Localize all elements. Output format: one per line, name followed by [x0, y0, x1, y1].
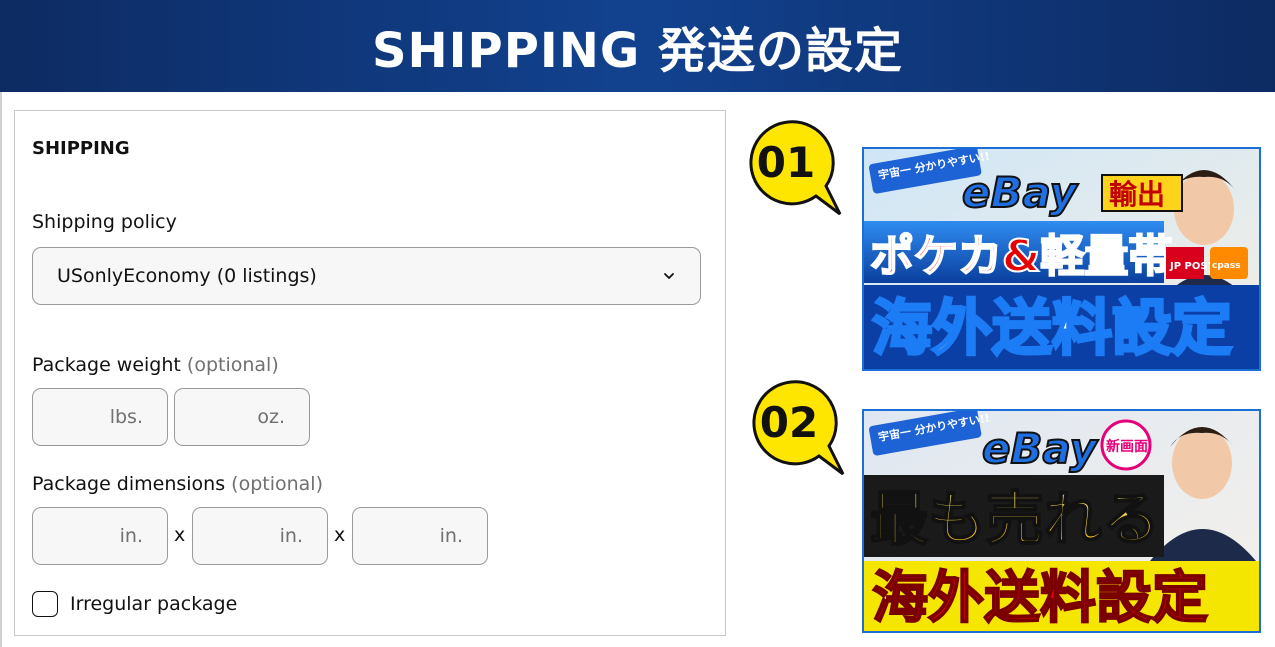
package-weight-label-text: Package weight: [32, 354, 181, 376]
optional-hint: (optional): [186, 354, 279, 376]
new-screen-badge: 新画面: [1106, 438, 1148, 455]
page-title: SHIPPING 発送の設定: [371, 23, 904, 79]
unit-lbs: lbs.: [109, 406, 143, 428]
irregular-package-label: Irregular package: [70, 593, 238, 615]
video-thumbnail-02[interactable]: 宇宙一 分かりやすい!! eBay 新画面 最も売れる 海外送料設定: [862, 409, 1261, 633]
dimension-length-input[interactable]: in.: [32, 507, 168, 565]
shipping-panel: SHIPPING Shipping policy USonlyEconomy (…: [14, 110, 726, 636]
irregular-package-checkbox[interactable]: [32, 591, 58, 617]
title-text: 海外送料設定: [872, 566, 1208, 631]
brand-text: eBay: [982, 424, 1099, 473]
shipping-policy-label: Shipping policy: [32, 211, 177, 233]
weight-oz-input[interactable]: oz.: [174, 388, 310, 446]
brand-suffix: 輸出: [1109, 178, 1165, 211]
dimension-separator: x: [174, 524, 186, 546]
unit-oz: oz.: [257, 406, 285, 428]
unit-in: in.: [279, 525, 303, 547]
package-dimensions-label: Package dimensions (optional): [32, 473, 323, 495]
package-dimensions-label-text: Package dimensions: [32, 473, 226, 495]
optional-hint: (optional): [231, 473, 323, 495]
unit-in: in.: [119, 525, 143, 547]
headline-text: ポケカ&軽量帯: [870, 231, 1172, 282]
headline-text: 最も売れる: [870, 485, 1160, 553]
irregular-package-row[interactable]: Irregular package: [32, 591, 237, 617]
section-title: SHIPPING: [32, 138, 130, 159]
title-text: 海外送料設定: [872, 294, 1232, 364]
badge-02: 02: [747, 380, 847, 475]
badge-01: 01: [744, 120, 844, 215]
weight-lbs-input[interactable]: lbs.: [32, 388, 168, 446]
left-divider: [0, 92, 2, 647]
dimension-height-input[interactable]: in.: [352, 507, 488, 565]
logo-cpass: cpass: [1212, 261, 1241, 271]
page-banner: SHIPPING 発送の設定: [0, 0, 1275, 92]
chevron-down-icon: [664, 273, 674, 279]
dimension-width-input[interactable]: in.: [192, 507, 328, 565]
brand-text: eBay: [962, 168, 1079, 217]
package-weight-label: Package weight (optional): [32, 354, 279, 376]
shipping-policy-select[interactable]: USonlyEconomy (0 listings): [32, 247, 701, 305]
shipping-policy-value: USonlyEconomy (0 listings): [57, 265, 317, 287]
unit-in: in.: [439, 525, 463, 547]
dimension-separator: x: [334, 524, 346, 546]
badge-number: 02: [759, 397, 819, 447]
shipping-policy-label-text: Shipping policy: [32, 211, 177, 233]
badge-number: 01: [756, 137, 816, 187]
logo-jppost: JP POST: [1169, 261, 1215, 272]
video-thumbnail-01[interactable]: 宇宙一 分かりやすい!! eBay 輸出 ポケカ&軽量帯 JP POST cpa…: [862, 147, 1261, 371]
